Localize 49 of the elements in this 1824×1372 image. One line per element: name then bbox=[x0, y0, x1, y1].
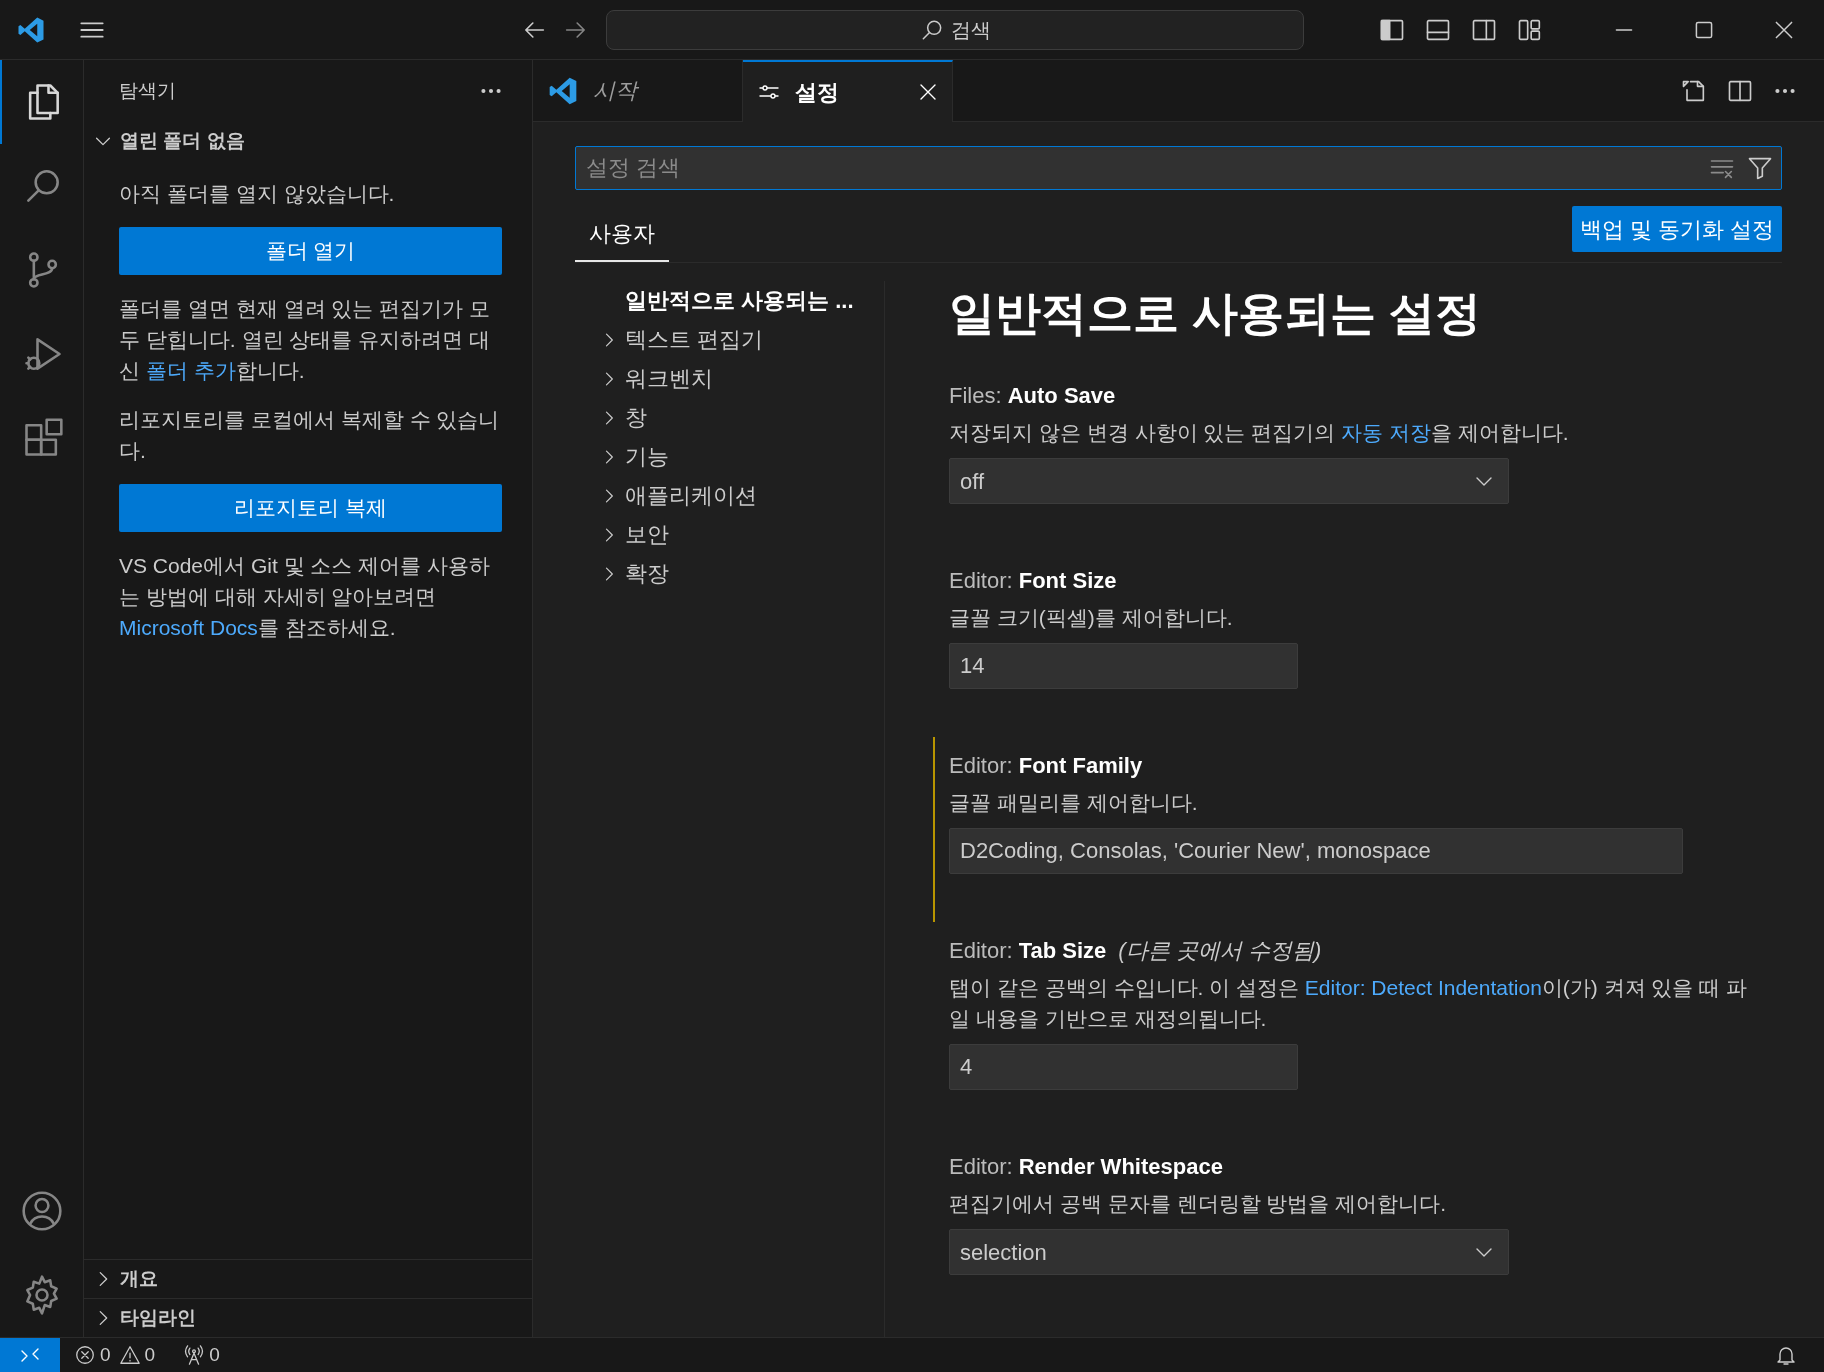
setting-title: Editor: Tab Size bbox=[949, 937, 1107, 965]
toc-item[interactable]: 텍스트 편집기 bbox=[575, 320, 884, 359]
primary-button[interactable]: 리포지토리 복제 bbox=[119, 484, 502, 532]
settings-search-field[interactable]: 설정 검색 bbox=[575, 146, 1782, 190]
sync-settings-button[interactable]: 백업 및 동기화 설정 bbox=[1571, 206, 1782, 252]
setting-title: Editor: Font Size bbox=[949, 567, 1117, 595]
warning-icon bbox=[118, 1344, 141, 1366]
scope-tab[interactable]: 사용자 bbox=[575, 217, 669, 262]
toc-item[interactable]: 창 bbox=[575, 398, 884, 437]
link[interactable]: Editor: Detect Indentation bbox=[1304, 976, 1542, 999]
toc-item[interactable]: 확장 bbox=[575, 554, 884, 593]
link[interactable]: 폴더 추가 bbox=[145, 359, 236, 382]
modified-elsewhere-note: (다른 곳에서 수정됨) bbox=[1118, 937, 1322, 965]
toc-item[interactable]: 애플리케이션 bbox=[575, 476, 884, 515]
dropdown[interactable]: off bbox=[949, 458, 1509, 504]
toc-item[interactable]: 일반적으로 사용되는 ... bbox=[575, 281, 884, 320]
toc-item[interactable]: 보안 bbox=[575, 515, 884, 554]
primary-button[interactable]: 폴더 열기 bbox=[119, 227, 502, 275]
ports-status[interactable]: 0 bbox=[183, 1340, 220, 1370]
setting-description: 탭이 같은 공백의 수입니다. 이 설정은 Editor: Detect Indentation이(가) 켜져 있을 때 파일 내용을 기반으로 재정의됩니다. bbox=[949, 975, 1749, 1032]
paragraph: VS Code에서 Git 및 소스 제어를 사용하는 방법에 대해 자세히 알아보려면 Microsoft Docs를 참조하세요. bbox=[119, 553, 492, 641]
editor-tab[interactable]: 설정 bbox=[743, 60, 953, 122]
panel-header[interactable]: 개요 bbox=[84, 1259, 532, 1298]
paragraph: 리포지토리를 로컬에서 복제할 수 있습니다. bbox=[119, 407, 501, 464]
setting-description: 저장되지 않은 변경 사항이 있는 편집기의 자동 저장을 제어합니다. bbox=[949, 420, 1570, 446]
link[interactable]: Microsoft Docs bbox=[119, 616, 258, 639]
input-field[interactable]: D2Coding, Consolas, 'Courier New', monospace bbox=[949, 828, 1683, 874]
setting-description: 글꼴 패밀리를 제어합니다. bbox=[949, 790, 1199, 816]
paragraph: 폴더를 열면 현재 열려 있는 편집기가 모두 닫힙니다. 열린 상태를 유지하려면 대신 폴더 추가합니다. bbox=[119, 296, 491, 384]
setting-title: Editor: Font Family bbox=[949, 752, 1143, 780]
setting-title: Editor: Render Whitespace bbox=[949, 1153, 1223, 1181]
error-icon bbox=[74, 1344, 96, 1366]
account-icon[interactable] bbox=[19, 1189, 64, 1233]
command-center-search[interactable]: 검색 bbox=[606, 9, 1304, 50]
toc-item[interactable]: 워크벤치 bbox=[575, 359, 884, 398]
setting-title: Files: Auto Save bbox=[949, 382, 1116, 410]
problems-status[interactable]: 0 0 bbox=[74, 1340, 156, 1370]
dropdown[interactable]: selection bbox=[949, 1229, 1509, 1275]
input-field[interactable]: 14 bbox=[949, 643, 1298, 689]
section-header[interactable]: 열린 폴더 없음 bbox=[84, 122, 532, 160]
paragraph: 아직 폴더를 열지 않았습니다. bbox=[119, 181, 396, 207]
setting-description: 글꼴 크기(픽셀)를 제어합니다. bbox=[949, 605, 1234, 631]
section-heading: 일반적으로 사용되는 설정 bbox=[948, 286, 1482, 341]
link[interactable]: 자동 저장 bbox=[1341, 421, 1431, 444]
sidebar-title: 탐색기 bbox=[119, 78, 176, 103]
toc-item[interactable]: 기능 bbox=[575, 437, 884, 476]
input-field[interactable]: 4 bbox=[949, 1044, 1298, 1090]
antenna-icon bbox=[183, 1344, 206, 1366]
setting-description: 편집기에서 공백 문자를 렌더링할 방법을 제어합니다. bbox=[949, 1191, 1447, 1217]
